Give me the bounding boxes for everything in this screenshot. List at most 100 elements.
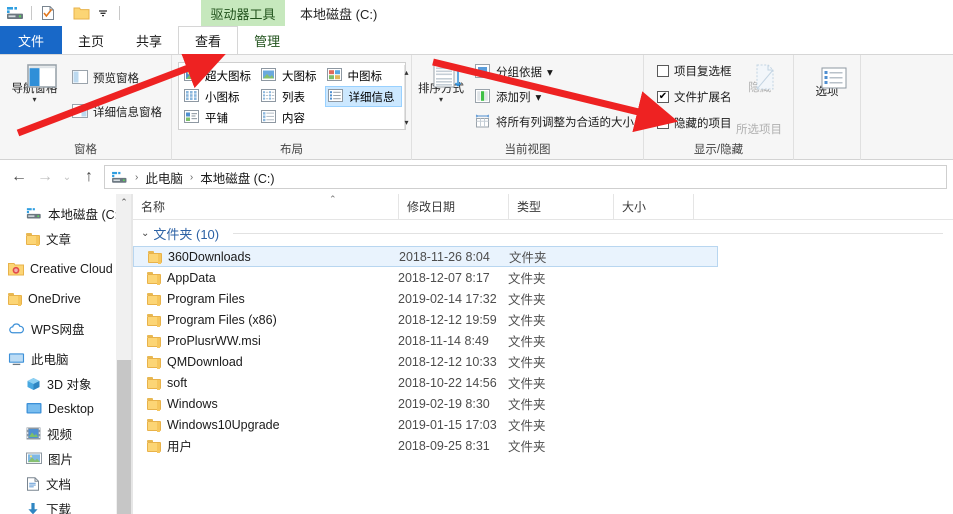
navitem-wenzhang[interactable]: 文章 — [0, 226, 131, 251]
navitem-documents[interactable]: 文档 — [0, 471, 131, 496]
breadcrumb-separator-1[interactable]: › — [132, 172, 141, 183]
table-row[interactable]: Program Files (x86) 2018-12-12 19:59 文件夹 — [133, 309, 953, 330]
group-by-button[interactable]: 分组依据 ▾ — [472, 62, 637, 82]
navitem-videos[interactable]: 视频 — [0, 421, 131, 446]
tab-home[interactable]: 主页 — [62, 26, 120, 54]
table-row[interactable]: Program Files 2019-02-14 17:32 文件夹 — [133, 288, 953, 309]
tab-share[interactable]: 共享 — [120, 26, 178, 54]
group-by-chevron-down-icon[interactable]: ▾ — [547, 65, 553, 79]
table-row[interactable]: 用户 2018-09-25 8:31 文件夹 — [133, 435, 953, 456]
column-header-name[interactable]: ⌃ 名称 — [133, 194, 398, 220]
tab-file[interactable]: 文件 — [0, 26, 62, 54]
navigation-pane-chevron-down-icon[interactable]: ▾ — [32, 96, 36, 103]
forward-button[interactable]: → — [32, 164, 58, 190]
content-area: 本地磁盘 (C:) 文章 Creative Cloud F OneDriv — [0, 194, 953, 514]
details-icon — [328, 89, 344, 105]
navitem-onedrive[interactable]: OneDrive — [0, 286, 131, 311]
drive-icon[interactable] — [4, 2, 26, 24]
up-button[interactable]: ↑ — [76, 164, 102, 190]
table-row[interactable]: Windows 2019-02-19 8:30 文件夹 — [133, 393, 953, 414]
group-by-label: 分组依据 — [496, 64, 542, 80]
address-input[interactable]: › 此电脑 › 本地磁盘 (C:) — [104, 165, 947, 189]
details-pane-label: 详细信息窗格 — [93, 104, 162, 120]
navigation-pane[interactable]: 本地磁盘 (C:) 文章 Creative Cloud F OneDriv — [0, 194, 131, 514]
details-pane-button[interactable]: 详细信息窗格 — [69, 102, 165, 122]
file-date-cell: 2018-12-07 8:17 — [398, 271, 508, 285]
view-large-icons[interactable]: 大图标 — [259, 65, 323, 86]
breadcrumb-separator-2[interactable]: › — [187, 172, 196, 183]
navitem-pictures[interactable]: 图片 — [0, 446, 131, 471]
recent-locations-button[interactable]: ⌄ — [58, 164, 76, 190]
navitem-label: 此电脑 — [31, 349, 69, 368]
back-button[interactable]: ← — [6, 164, 32, 190]
scrollbar-track[interactable] — [117, 210, 131, 514]
group-header-folders[interactable]: ⌄ 文件夹 (10) — [133, 220, 953, 246]
quick-access-toolbar[interactable] — [0, 0, 125, 26]
file-name: ProPlusrWW.msi — [167, 334, 261, 348]
new-folder-icon[interactable] — [70, 2, 92, 24]
file-type-cell: 文件夹 — [508, 373, 613, 392]
scroll-up-icon[interactable]: ⌃ — [117, 194, 131, 210]
navigation-pane-button[interactable]: 导航窗格 ▾ — [6, 60, 63, 103]
file-extensions-checkbox[interactable]: ✔ — [657, 91, 669, 103]
table-row[interactable]: Windows10Upgrade 2019-01-15 17:03 文件夹 — [133, 414, 953, 435]
file-list-pane[interactable]: ⌃ 名称 修改日期 类型 大小 ⌄ 文件夹 (10) 360Down — [133, 194, 953, 514]
view-list[interactable]: 列表 — [259, 86, 323, 107]
properties-icon[interactable] — [37, 2, 59, 24]
file-extensions-option[interactable]: ✔ 文件扩展名 — [654, 87, 735, 107]
sort-by-chevron-down-icon[interactable]: ▾ — [439, 96, 443, 103]
hidden-items-option[interactable]: 隐藏的项目 — [654, 113, 735, 133]
tab-manage[interactable]: 管理 — [238, 26, 296, 54]
gallery-scroll-up-icon[interactable]: ▴ — [405, 69, 409, 77]
customize-qat-caret-down-icon[interactable] — [92, 2, 114, 24]
breadcrumb-this-pc[interactable]: 此电脑 — [145, 168, 183, 187]
view-medium-icons[interactable]: 中图标 — [325, 65, 402, 86]
view-content-label: 内容 — [282, 110, 305, 126]
navitem-label: 文章 — [46, 229, 71, 248]
add-columns-button[interactable]: 添加列 ▾ — [472, 87, 637, 107]
table-row[interactable]: ProPlusrWW.msi 2018-11-14 8:49 文件夹 — [133, 330, 953, 351]
item-checkboxes-checkbox[interactable] — [657, 65, 669, 77]
layout-gallery[interactable]: 超大图标 小图标 — [178, 62, 406, 130]
view-extra-large-icons[interactable]: 超大图标 — [182, 65, 257, 86]
view-details[interactable]: 详细信息 — [325, 86, 402, 107]
navitem-local-disk-c[interactable]: 本地磁盘 (C:) — [0, 201, 131, 226]
table-row[interactable]: soft 2018-10-22 14:56 文件夹 — [133, 372, 953, 393]
column-header-spare[interactable] — [693, 194, 833, 220]
table-row[interactable]: AppData 2018-12-07 8:17 文件夹 — [133, 267, 953, 288]
hidden-items-checkbox[interactable] — [657, 117, 669, 129]
view-content[interactable]: 内容 — [259, 107, 323, 128]
navitem-wps-cloud[interactable]: WPS网盘 — [0, 316, 131, 341]
table-row[interactable]: QMDownload 2018-12-12 10:33 文件夹 — [133, 351, 953, 372]
navitem-creative-cloud-files[interactable]: Creative Cloud F — [0, 256, 131, 281]
onedrive-folder-icon — [8, 293, 22, 305]
chevron-down-icon[interactable]: ⌄ — [141, 228, 149, 239]
column-header-date[interactable]: 修改日期 — [398, 194, 508, 220]
column-header-type[interactable]: 类型 — [508, 194, 613, 220]
navitem-label: Creative Cloud F — [30, 262, 124, 276]
navitem-this-pc[interactable]: 此电脑 — [0, 346, 131, 371]
add-columns-chevron-down-icon[interactable]: ▾ — [536, 90, 542, 104]
options-button[interactable]: 选项 — [800, 63, 854, 98]
navitem-desktop[interactable]: Desktop — [0, 396, 131, 421]
breadcrumb-local-disk[interactable]: 本地磁盘 (C:) — [200, 168, 274, 187]
size-all-columns-button[interactable]: 将所有列调整为合适的大小 — [472, 112, 637, 132]
item-checkboxes-option[interactable]: 项目复选框 — [654, 61, 735, 81]
column-header-size[interactable]: 大小 — [613, 194, 693, 220]
scrollbar-thumb[interactable] — [117, 360, 131, 514]
view-small-icons[interactable]: 小图标 — [182, 86, 257, 107]
gallery-scroll-down-icon[interactable]: ▾ — [405, 119, 409, 127]
table-row[interactable]: 360Downloads 2018-11-26 8:04 文件夹 — [133, 246, 718, 267]
file-rows[interactable]: 360Downloads 2018-11-26 8:04 文件夹 AppData… — [133, 246, 953, 456]
ribbon-tab-strip[interactable]: 文件 主页 共享 查看 管理 — [0, 26, 953, 54]
navigation-pane-scrollbar[interactable]: ⌃ — [116, 194, 131, 514]
navitem-downloads[interactable]: 下载 — [0, 496, 131, 514]
ribbon-filler — [861, 55, 953, 159]
navitem-3d-objects[interactable]: 3D 对象 — [0, 371, 131, 396]
preview-pane-button[interactable]: 预览窗格 — [69, 68, 165, 88]
layout-gallery-scroll[interactable]: ▴ ▾ — [404, 65, 409, 129]
tab-view[interactable]: 查看 — [178, 26, 238, 54]
column-header-row[interactable]: ⌃ 名称 修改日期 类型 大小 — [133, 194, 953, 220]
view-tiles[interactable]: 平铺 — [182, 107, 257, 128]
sort-by-button[interactable]: 排序方式 ▾ — [418, 60, 464, 103]
